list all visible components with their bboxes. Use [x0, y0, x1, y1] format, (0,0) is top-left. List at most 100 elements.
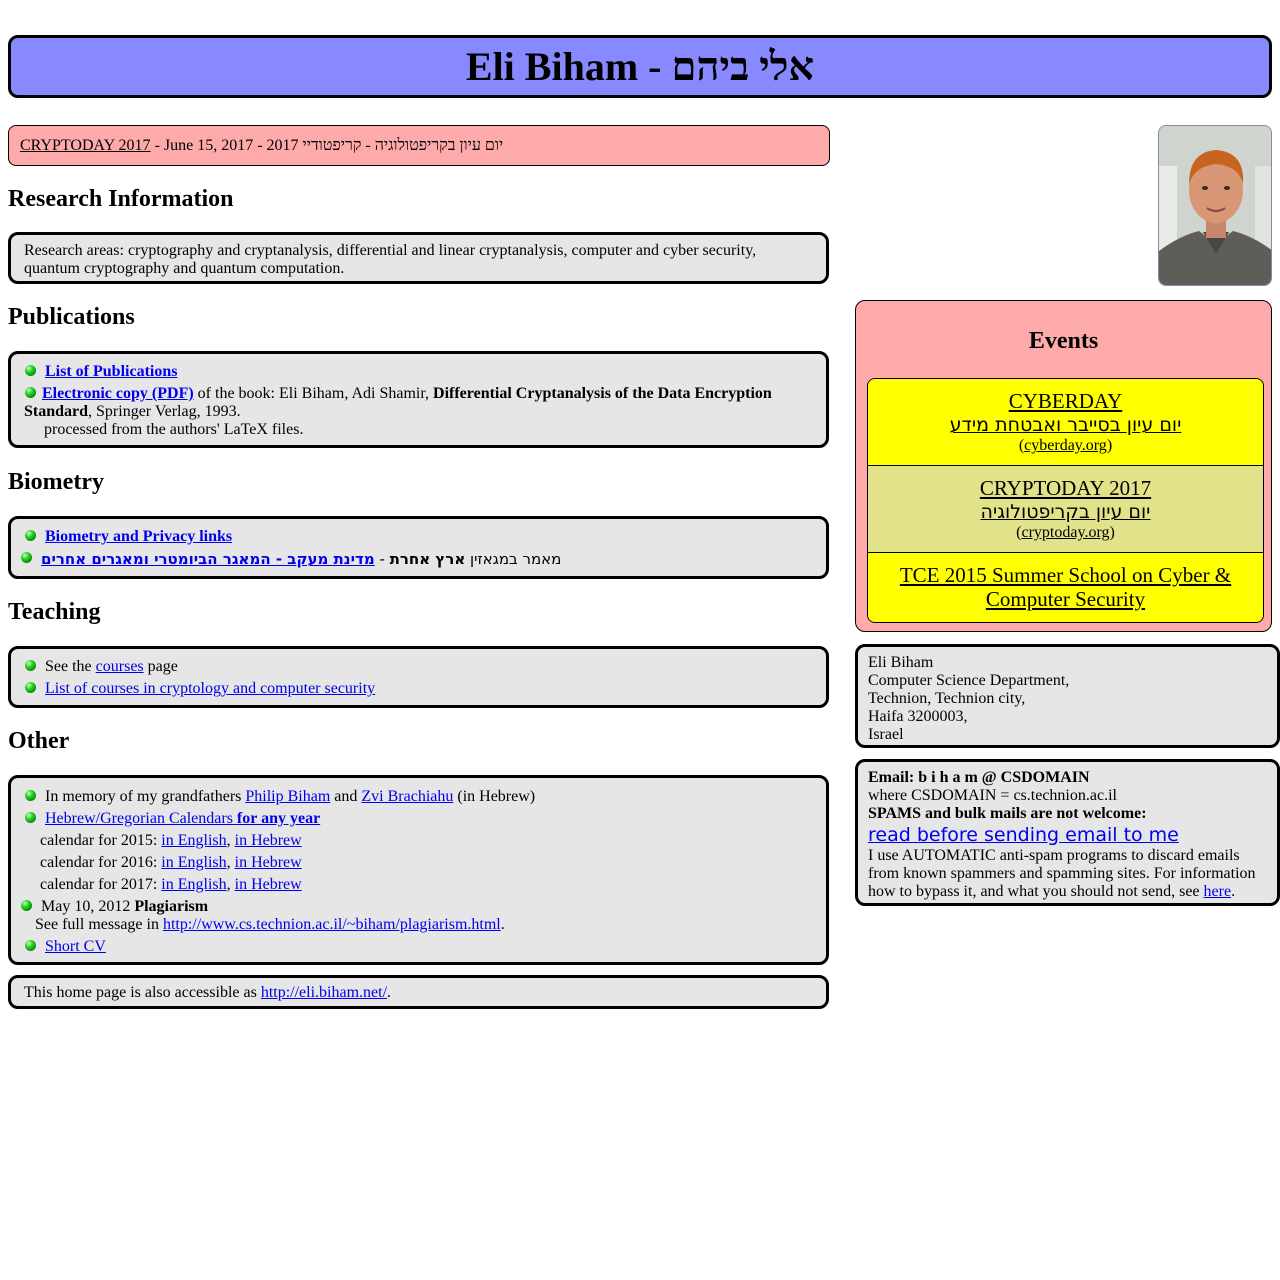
footer-prefix: This home page is also accessible as — [24, 984, 261, 1001]
read-before-email-link[interactable]: read before sending email to me — [868, 824, 1179, 846]
list-item: In memory of my grandfathers Philip Biha… — [24, 788, 814, 806]
article-prefix: מאמר במגאזין — [465, 550, 562, 568]
green-ball-icon — [25, 790, 36, 801]
calendar-sep: , — [226, 832, 235, 849]
short-cv-link[interactable]: Short CV — [45, 938, 106, 955]
plagiarism-message: See full message in http://www.cs.techni… — [24, 916, 814, 934]
courses-list-link[interactable]: List of courses in cryptology and comput… — [45, 680, 375, 697]
plagiarism-title: Plagiarism — [134, 898, 209, 915]
info-end: . — [1231, 883, 1236, 900]
calendar-label: calendar for 2017: — [40, 876, 162, 893]
see-the-text: See the — [45, 658, 96, 675]
calendar-english-link[interactable]: in English — [161, 854, 226, 871]
book-publisher: , Springer Verlag, 1993. — [88, 403, 241, 420]
here-link[interactable]: here — [1204, 883, 1232, 900]
address-line: Technion, Technion city, — [868, 690, 1026, 707]
philip-biham-link[interactable]: Philip Biham — [245, 788, 330, 805]
event-close: ) — [1109, 524, 1115, 541]
calendar-sep: , — [226, 876, 235, 893]
other-box: In memory of my grandfathers Philip Biha… — [8, 775, 829, 965]
calendar-label: calendar for 2015: — [40, 832, 162, 849]
green-ball-icon — [25, 387, 36, 398]
calendar-english-link[interactable]: in English — [161, 832, 226, 849]
address-card: Eli Biham Computer Science Department, T… — [855, 644, 1280, 748]
event-subtitle-link[interactable]: יום עיון בקריפטולוגיה — [981, 501, 1151, 523]
and-text: and — [330, 788, 362, 805]
event-title-link[interactable]: TCE 2015 Summer School on Cyber & Comput… — [900, 563, 1231, 611]
anti-spam-info: I use AUTOMATIC anti-spam programs to di… — [868, 847, 1259, 901]
biometry-box: Biometry and Privacy links מאמר במגאזין … — [8, 516, 829, 579]
email-line: Email: b i h a m @ CSDOMAIN — [868, 769, 1090, 786]
calendar-hebrew-link[interactable]: in Hebrew — [235, 876, 302, 893]
green-ball-icon — [25, 660, 36, 671]
spam-line: SPAMS and bulk mails are not welcome: — [868, 805, 1147, 822]
calendar-english-link[interactable]: in English — [161, 876, 226, 893]
biometry-links[interactable]: Biometry and Privacy links — [45, 528, 232, 545]
calendars-link[interactable]: Hebrew/Gregorian Calendars for any year — [45, 810, 320, 827]
calendars-bold: for any year — [232, 810, 321, 827]
footer-link[interactable]: http://eli.biham.net/ — [261, 984, 387, 1001]
list-item: Electronic copy (PDF) of the book: Eli B… — [24, 385, 814, 421]
calendar-row: calendar for 2015: in English, in Hebrew — [24, 832, 814, 850]
teaching-box: See the courses page List of courses in … — [8, 646, 829, 708]
portrait-photo — [1158, 125, 1272, 286]
address-line: Computer Science Department, — [868, 672, 1070, 689]
list-item: Short CV — [24, 938, 814, 956]
publications-heading: Publications — [8, 304, 135, 330]
calendar-hebrew-link[interactable]: in Hebrew — [235, 832, 302, 849]
page-text: page — [143, 658, 178, 675]
event-subtitle-link[interactable]: יום עיון בסייבר ואבטחת מידע — [950, 414, 1182, 436]
contact-card: Email: b i h a m @ CSDOMAIN where CSDOMA… — [855, 759, 1280, 906]
green-ball-icon — [25, 812, 36, 823]
plagiarism-date: May 10, 2012 — [41, 898, 135, 915]
biometry-heading: Biometry — [8, 469, 104, 495]
publications-box: List of Publications Electronic copy (PD… — [8, 351, 829, 448]
research-box: Research areas: cryptography and cryptan… — [8, 232, 829, 284]
research-heading: Research Information — [8, 186, 234, 212]
calendar-row: calendar for 2016: in English, in Hebrew — [24, 854, 814, 872]
event-title-link[interactable]: CRYPTODAY 2017 — [980, 476, 1151, 500]
events-list: CYBERDAY יום עיון בסייבר ואבטחת מידע (cy… — [867, 378, 1264, 623]
portrait-photo-graphic — [1159, 126, 1271, 285]
article-magazine: ארץ אחרת — [389, 550, 466, 568]
memory-suffix: (in Hebrew) — [453, 788, 536, 805]
green-ball-icon — [25, 940, 36, 951]
plagiarism-link[interactable]: http://www.cs.technion.ac.il/~biham/plag… — [163, 916, 501, 933]
events-heading: Events — [1028, 328, 1099, 354]
event-site-link[interactable]: cyberday.org — [1024, 437, 1107, 454]
calendar-hebrew-link[interactable]: in Hebrew — [235, 854, 302, 871]
page-title-text: Eli Biham - אלי ביהם — [465, 44, 815, 89]
other-heading: Other — [8, 728, 70, 754]
events-panel: Events CYBERDAY יום עיון בסייבר ואבטחת מ… — [855, 300, 1272, 632]
green-ball-icon — [25, 682, 36, 693]
calendar-row: calendar for 2017: in English, in Hebrew — [24, 876, 814, 894]
event-tce[interactable]: TCE 2015 Summer School on Cyber & Comput… — [868, 553, 1263, 622]
green-ball-icon — [21, 900, 32, 911]
green-ball-icon — [25, 530, 36, 541]
list-item: Hebrew/Gregorian Calendars for any year — [24, 810, 814, 828]
green-ball-icon — [25, 365, 36, 376]
teaching-heading: Teaching — [8, 599, 101, 625]
calendar-sep: , — [226, 854, 235, 871]
event-close: ) — [1106, 437, 1113, 454]
publications-list-link[interactable]: List of Publications — [45, 363, 177, 380]
event-cyberday[interactable]: CYBERDAY יום עיון בסייבר ואבטחת מידע (cy… — [868, 379, 1263, 466]
event-cryptoday[interactable]: CRYPTODAY 2017 יום עיון בקריפטולוגיה (cr… — [868, 466, 1263, 553]
event-site-link[interactable]: cryptoday.org — [1022, 524, 1110, 541]
publications-note: processed from the authors' LaTeX files. — [44, 421, 304, 438]
event-title-link[interactable]: CYBERDAY — [1009, 389, 1123, 413]
list-item: List of courses in cryptology and comput… — [24, 680, 814, 698]
courses-link[interactable]: courses — [96, 658, 144, 675]
list-item: List of Publications — [24, 363, 814, 381]
calendars-link-text: Hebrew/Gregorian Calendars — [45, 810, 233, 827]
address-line: Eli Biham — [868, 654, 934, 671]
address-line: Haifa 3200003, — [868, 708, 968, 725]
article-link[interactable]: מדינת מעקב - המאגר הביומטרי ומאגרים אחרי… — [41, 550, 375, 568]
list-item: See the courses page — [24, 658, 814, 676]
zvi-brachiahu-link[interactable]: Zvi Brachiahu — [361, 788, 453, 805]
where-line: where CSDOMAIN = cs.technion.ac.il — [868, 787, 1117, 804]
list-item: Biometry and Privacy links — [24, 528, 814, 546]
electronic-copy-link[interactable]: Electronic copy (PDF) — [42, 385, 194, 402]
cryptoday-link[interactable]: CRYPTODAY 2017 — [20, 137, 151, 154]
calendar-label: calendar for 2016: — [40, 854, 162, 871]
